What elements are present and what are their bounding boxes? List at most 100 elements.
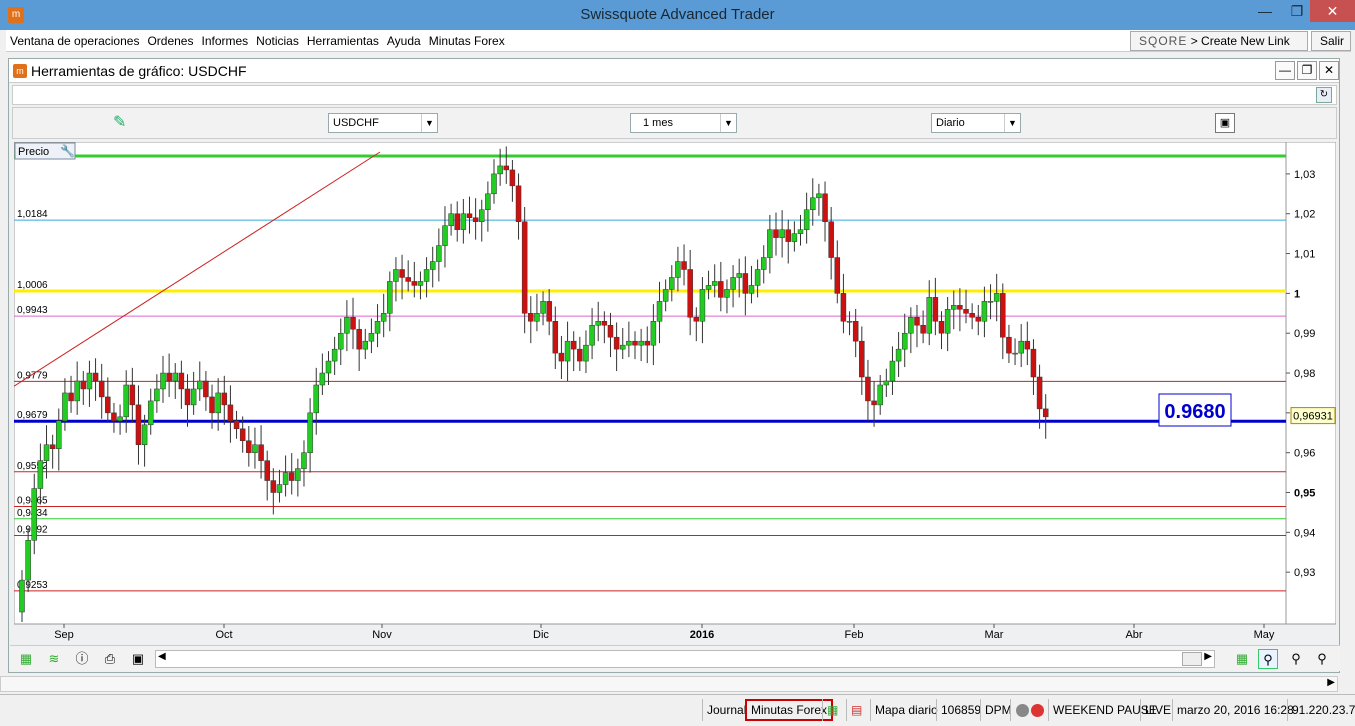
- minutas-forex-button[interactable]: Minutas Forex: [745, 699, 834, 721]
- x-tick-label: Mar: [985, 629, 1004, 641]
- exit-button[interactable]: Salir: [1311, 31, 1351, 51]
- menu-minutas[interactable]: Minutas Forex: [425, 30, 509, 52]
- candle-body: [448, 213, 454, 226]
- symbol-select[interactable]: USDCHF ▼: [328, 113, 438, 133]
- maximize-button[interactable]: ❐: [1282, 0, 1312, 22]
- candle-body: [307, 412, 313, 453]
- scroll-thumb[interactable]: [1182, 652, 1202, 666]
- scroll-right-icon[interactable]: ▶: [1327, 677, 1335, 688]
- candle-body: [313, 384, 319, 414]
- live-status: LIVE: [1140, 699, 1175, 721]
- price-chart[interactable]: 1,0184 1,0006 0,9943 0,9779 0,9679 0,9552 0,94…: [13, 141, 1337, 642]
- candle-body: [601, 321, 608, 326]
- journal-button[interactable]: Journal: [702, 699, 750, 721]
- indicator-icon[interactable]: ≋: [44, 649, 64, 669]
- interval-select[interactable]: Diario ▼: [931, 113, 1021, 133]
- create-link-label: > Create New Link: [1190, 34, 1290, 48]
- candle-body: [908, 317, 914, 334]
- candle-body: [595, 321, 601, 326]
- candle-body: [528, 313, 534, 322]
- chart-settings-icon[interactable]: ▦: [1232, 649, 1252, 669]
- pdf-icon[interactable]: ▤: [846, 699, 866, 721]
- scroll-right-icon[interactable]: ▶: [1204, 651, 1212, 662]
- price-tab[interactable]: Precio 🔧: [14, 142, 76, 160]
- candle-body: [491, 173, 497, 195]
- chart-status-icon[interactable]: ▦: [822, 699, 842, 721]
- period-select[interactable]: 1 mes ▼: [630, 113, 737, 133]
- candle-body: [31, 488, 38, 541]
- candle-body: [987, 301, 994, 303]
- chart-icon[interactable]: ▦: [16, 649, 36, 669]
- candle-body: [98, 380, 105, 398]
- chart-window-icon: m: [13, 64, 27, 78]
- candle-body: [56, 420, 62, 449]
- subwin-close-button[interactable]: ✕: [1319, 61, 1339, 80]
- add-chart-icon[interactable]: ▣: [1215, 113, 1235, 133]
- candle-body: [963, 309, 969, 314]
- candle-body: [233, 420, 240, 430]
- scroll-left-icon[interactable]: ◀: [158, 651, 166, 662]
- save-icon[interactable]: ▣: [128, 649, 148, 669]
- candle-body: [454, 213, 460, 230]
- candle-body: [951, 305, 957, 310]
- mapa-diario-button[interactable]: Mapa diario: [870, 699, 942, 721]
- zoom-out-icon[interactable]: ⚲: [1286, 649, 1306, 669]
- candle-body: [650, 321, 657, 346]
- candle-body: [558, 352, 565, 362]
- candle-body: [1018, 340, 1024, 354]
- candle-body: [49, 444, 56, 449]
- candle-body: [736, 273, 742, 278]
- candle-body: [86, 372, 93, 390]
- level-label: 0,9779: [17, 370, 48, 381]
- menu-informes[interactable]: Informes: [197, 30, 252, 52]
- create-link-button[interactable]: SQORE > Create New Link: [1130, 31, 1308, 51]
- subwin-restore-button[interactable]: ❐: [1297, 61, 1317, 80]
- info-icon[interactable]: ⓘ: [72, 649, 92, 669]
- zoom-in-icon[interactable]: ⚲: [1312, 649, 1332, 669]
- candle-body: [111, 412, 117, 422]
- level-label: 0,9552: [17, 461, 48, 472]
- minimize-button[interactable]: —: [1250, 0, 1280, 22]
- candle-body: [693, 317, 700, 322]
- price-tab-label: Precio: [18, 146, 49, 158]
- zoom-fit-icon[interactable]: ⚲: [1258, 649, 1278, 669]
- candle-body: [215, 392, 221, 414]
- candle-body: [834, 257, 841, 294]
- x-tick-label: Sep: [54, 629, 74, 641]
- y-tick-label: 0,94: [1294, 527, 1315, 539]
- y-tick-label: 1,01: [1294, 249, 1315, 261]
- candle-body: [1036, 376, 1043, 410]
- annotation-box[interactable]: 0.9680: [1158, 393, 1232, 427]
- candle-body: [711, 281, 718, 286]
- candle-body: [252, 444, 258, 453]
- print-icon[interactable]: ⎙: [100, 649, 120, 669]
- menu-herramientas[interactable]: Herramientas: [303, 30, 383, 52]
- candle-body: [301, 452, 307, 469]
- close-button[interactable]: ✕: [1310, 0, 1355, 22]
- level-label: 0,9679: [17, 410, 48, 421]
- menu-ayuda[interactable]: Ayuda: [383, 30, 425, 52]
- candle-body: [25, 540, 31, 581]
- drawing-tools-icon[interactable]: ✎: [113, 112, 126, 132]
- status-dot-icon: [1016, 704, 1029, 718]
- candle-body: [577, 348, 583, 362]
- candle-body: [368, 332, 375, 342]
- y-tick-label: 1,02: [1294, 209, 1315, 221]
- candle-body: [227, 404, 234, 422]
- window-scrollbar[interactable]: ▶: [0, 676, 1338, 692]
- y-tick-label: 0,98: [1294, 368, 1315, 380]
- menu-ventana[interactable]: Ventana de operaciones: [6, 30, 143, 52]
- menu-noticias[interactable]: Noticias: [252, 30, 303, 52]
- candle-body: [105, 396, 111, 414]
- candle-body: [325, 360, 332, 374]
- refresh-icon[interactable]: ↻: [1316, 87, 1332, 103]
- candle-body: [319, 372, 326, 386]
- menu-ordenes[interactable]: Ordenes: [143, 30, 197, 52]
- y-tick-label: 1,03: [1294, 169, 1315, 181]
- chart-scrollbar[interactable]: ◀ ▶: [155, 650, 1215, 668]
- candle-body: [822, 193, 828, 222]
- candle-body: [362, 340, 369, 350]
- x-tick-label: Oct: [215, 629, 232, 641]
- subwin-minimize-button[interactable]: —: [1275, 61, 1295, 80]
- symbol-value: USDCHF: [333, 117, 379, 129]
